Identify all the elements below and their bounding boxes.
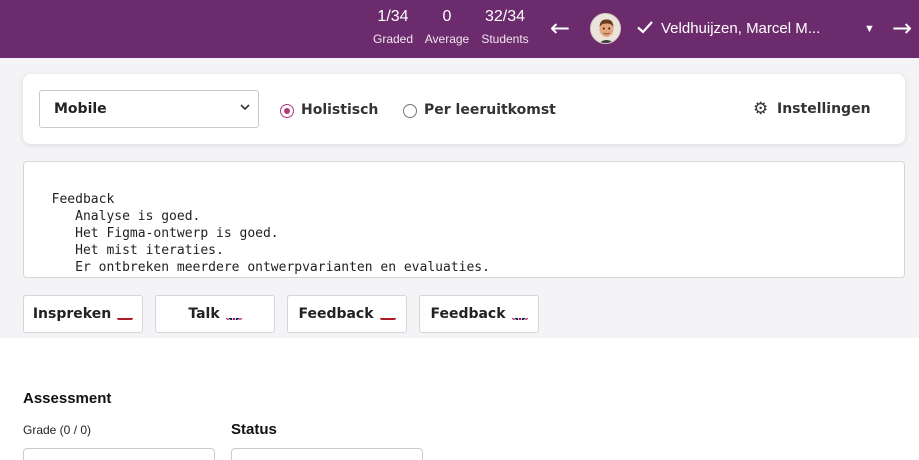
gear-icon: ⚙ <box>753 99 769 119</box>
stat-average: 0 Average <box>422 7 472 47</box>
assessment-title: Assessment <box>23 390 112 407</box>
top-header: 1/34 Graded 0 Average 32/34 Students ← V… <box>0 0 919 58</box>
grading-settings-card: Mobile Holistisch Per leeruitkomst ⚙ Ins… <box>23 74 905 144</box>
assessment-section: Assessment Grade (0 / 0) Status <box>0 338 919 460</box>
radio-holistisch-label: Holistisch <box>301 102 379 118</box>
feedback-text: Feedback Analyse is goed. Het Figma-ontw… <box>51 192 490 275</box>
stat-average-label: Average <box>424 32 470 46</box>
student-selector[interactable]: Veldhuijzen, Marcel M... ▼ <box>636 14 876 44</box>
feedback-en-button[interactable]: Feedback <box>419 295 539 333</box>
uk-flag-icon <box>511 308 528 320</box>
stat-students-value: 32/34 <box>484 8 526 25</box>
resize-handle-icon[interactable] <box>884 257 902 275</box>
radio-holistisch-indicator[interactable] <box>280 104 294 118</box>
stat-students-label: Students <box>481 32 529 46</box>
caret-down-icon: ▼ <box>864 23 875 35</box>
student-name: Veldhuijzen, Marcel M... <box>661 20 821 37</box>
talk-en-label: Talk <box>188 306 220 322</box>
grade-input[interactable] <box>23 448 215 460</box>
status-label: Status <box>231 421 277 438</box>
radio-per-leeruitkomst-label: Per leeruitkomst <box>424 102 556 118</box>
previous-student-button[interactable]: ← <box>545 13 575 43</box>
stat-average-value: 0 <box>442 8 452 25</box>
arrow-left-icon: ← <box>549 14 571 42</box>
feedback-nl-label: Feedback <box>298 306 374 322</box>
stat-graded: 1/34 Graded <box>368 7 418 47</box>
status-select[interactable] <box>231 448 423 460</box>
nl-flag-icon <box>117 308 134 320</box>
chevron-down-icon <box>240 91 250 127</box>
feedback-textarea[interactable]: Feedback Analyse is goed. Het Figma-ontw… <box>23 161 905 278</box>
stat-graded-value: 1/34 <box>377 8 409 25</box>
stat-students: 32/34 Students <box>478 7 532 47</box>
criteria-select[interactable]: Mobile <box>39 90 259 128</box>
inspreken-nl-label: Inspreken <box>32 306 112 322</box>
check-icon <box>636 14 658 44</box>
student-avatar <box>590 13 621 44</box>
settings-button-label: Instellingen <box>777 101 871 117</box>
criteria-select-value: Mobile <box>54 101 107 117</box>
inspreken-nl-button[interactable]: Inspreken <box>23 295 143 333</box>
talk-en-button[interactable]: Talk <box>155 295 275 333</box>
arrow-right-icon: → <box>891 14 913 42</box>
stat-graded-label: Graded <box>372 32 414 46</box>
radio-per-leeruitkomst-indicator[interactable] <box>403 104 417 118</box>
next-student-button[interactable]: → <box>887 13 917 43</box>
feedback-en-label: Feedback <box>430 306 506 322</box>
grade-label: Grade (0 / 0) <box>23 423 92 437</box>
feedback-nl-button[interactable]: Feedback <box>287 295 407 333</box>
nl-flag-icon <box>379 308 396 320</box>
uk-flag-icon <box>225 308 242 320</box>
